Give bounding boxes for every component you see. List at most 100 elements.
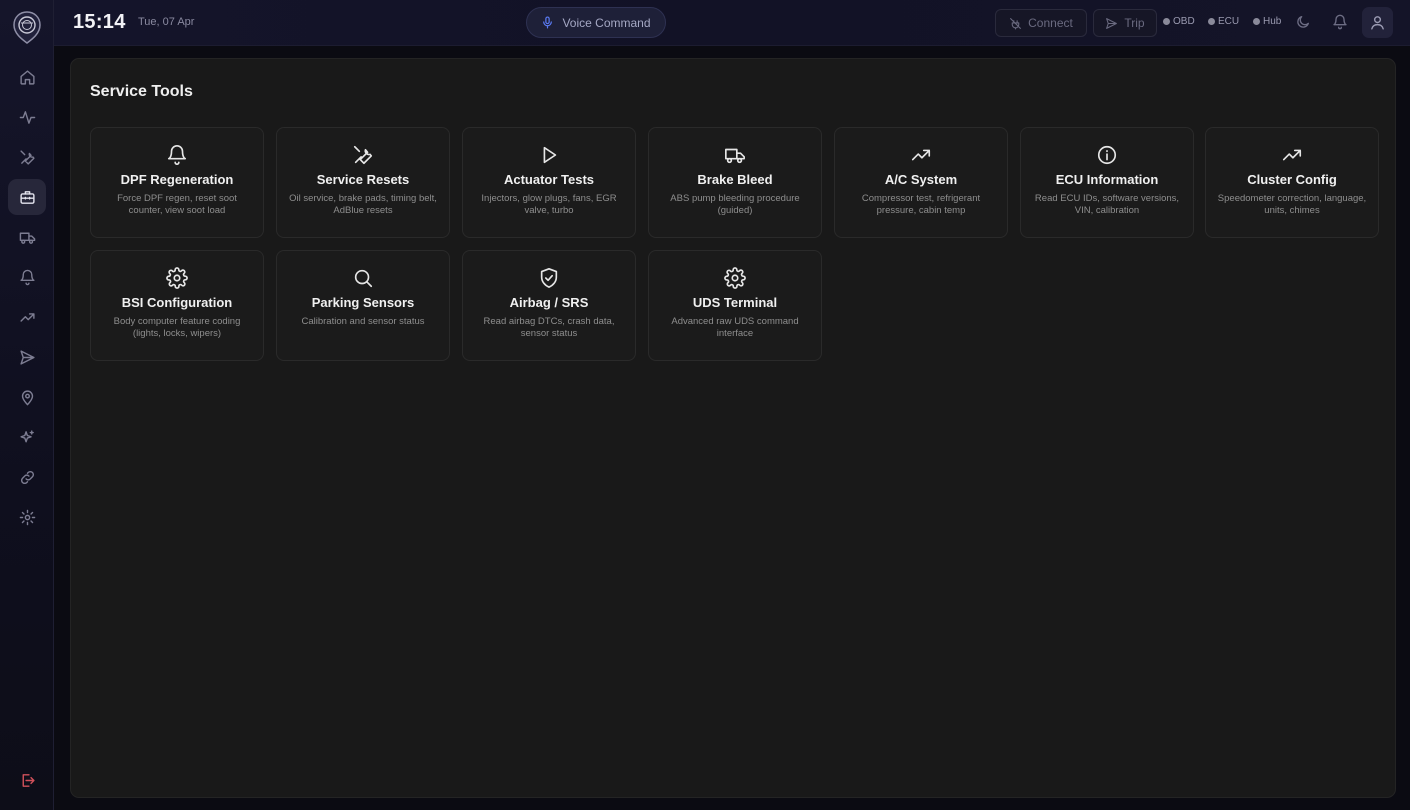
tool-card-actuator-tests[interactable]: Actuator Tests Injectors, glow plugs, fa… (462, 127, 636, 238)
shield-check-icon (538, 267, 560, 289)
trip-button[interactable]: Trip (1093, 9, 1157, 37)
tool-card-service-resets[interactable]: Service Resets Oil service, brake pads, … (276, 127, 450, 238)
gear-icon (724, 267, 746, 289)
tool-card-description: Read ECU IDs, software versions, VIN, ca… (1034, 193, 1180, 216)
tool-card-dpf-regeneration[interactable]: DPF Regeneration Force DPF regen, reset … (90, 127, 264, 238)
gear-icon (19, 509, 35, 525)
tool-card-title: Cluster Config (1247, 172, 1337, 187)
link-icon (20, 470, 34, 484)
notifications-button[interactable] (1332, 14, 1350, 32)
status-obd-label: OBD (1173, 16, 1195, 27)
trip-label: Trip (1124, 16, 1145, 30)
tool-card-title: Airbag / SRS (509, 295, 589, 310)
status-dot-icon (1163, 18, 1170, 25)
tool-card-description: Advanced raw UDS command interface (671, 316, 799, 339)
sidebar-item-diagnostics[interactable] (8, 139, 46, 175)
tool-card-title: Brake Bleed (697, 172, 773, 187)
tool-card-description: Oil service, brake pads, timing belt, Ad… (289, 193, 437, 216)
sidebar-item-vehicle[interactable] (8, 219, 46, 255)
logout-icon (22, 773, 35, 787)
status-dot-icon (1253, 18, 1260, 25)
tool-card-description: Compressor test, refrigerant pressure, c… (861, 193, 981, 216)
tool-card-description: Calibration and sensor status (301, 316, 425, 327)
theme-toggle-button[interactable] (1295, 14, 1313, 32)
clock-date: Tue, 07 Apr (138, 16, 195, 28)
tool-card-description: ABS pump bleeding procedure (guided) (670, 193, 800, 216)
sidebar-item-location[interactable] (8, 379, 46, 415)
status-dot-icon (1208, 18, 1215, 25)
brand-logo-icon[interactable] (11, 10, 43, 44)
sidebar-item-ai[interactable] (8, 419, 46, 455)
sidebar (0, 0, 54, 810)
play-icon (538, 144, 560, 166)
bell-icon (19, 269, 35, 285)
tool-card-airbag-srs[interactable]: Airbag / SRS Read airbag DTCs, crash dat… (462, 250, 636, 361)
tool-card-parking-sensors[interactable]: Parking Sensors Calibration and sensor s… (276, 250, 450, 361)
map-pin-icon (21, 389, 33, 405)
tool-card-uds-terminal[interactable]: UDS Terminal Advanced raw UDS command in… (648, 250, 822, 361)
bell-icon (166, 144, 188, 166)
connect-button[interactable]: Connect (995, 9, 1087, 37)
sidebar-item-live-data[interactable] (8, 99, 46, 135)
voice-command-button[interactable]: Voice Command (526, 7, 666, 38)
plug-off-icon (1010, 17, 1022, 29)
tool-card-title: UDS Terminal (692, 295, 778, 310)
sidebar-item-links[interactable] (8, 459, 46, 495)
microphone-icon (543, 16, 553, 29)
tool-card-description: Force DPF regen, reset soot counter, vie… (117, 193, 237, 216)
service-tools-panel: Service Tools DPF Regeneration Force DPF… (70, 58, 1396, 798)
sidebar-item-alerts[interactable] (8, 259, 46, 295)
sidebar-item-trends[interactable] (8, 299, 46, 335)
gear-icon (166, 267, 188, 289)
moon-icon (1297, 16, 1309, 28)
wrench-icon (352, 144, 374, 166)
status-hub-label: Hub (1263, 16, 1282, 27)
tool-card-title: Actuator Tests (503, 172, 595, 187)
tool-card-ecu-information[interactable]: ECU Information Read ECU IDs, software v… (1020, 127, 1194, 238)
tool-card-cluster-config[interactable]: Cluster Config Speedometer correction, l… (1205, 127, 1379, 238)
sidebar-item-home[interactable] (8, 59, 46, 95)
truck-icon (724, 144, 746, 166)
logout-button[interactable] (8, 762, 46, 798)
top-bar: 15:14 Tue, 07 Apr Voice Command Connect … (54, 0, 1410, 46)
status-obd: OBD (1163, 16, 1195, 27)
voice-command-label: Voice Command (562, 15, 651, 30)
trending-up-icon (19, 312, 35, 322)
tool-card-ac-system[interactable]: A/C System Compressor test, refrigerant … (834, 127, 1008, 238)
tool-card-description: Speedometer correction, language, units,… (1217, 193, 1367, 216)
tool-card-brake-bleed[interactable]: Brake Bleed ABS pump bleeding procedure … (648, 127, 822, 238)
tool-card-title: Service Resets (316, 172, 410, 187)
sidebar-item-settings[interactable] (8, 499, 46, 535)
tool-card-description: Read airbag DTCs, crash data, sensor sta… (483, 316, 615, 339)
user-avatar-button[interactable] (1362, 7, 1393, 38)
send-icon (1106, 17, 1118, 29)
tools-icon (19, 149, 35, 165)
send-icon (19, 349, 35, 365)
sidebar-item-service-tools[interactable] (8, 179, 46, 215)
toolbox-icon (19, 190, 35, 204)
status-ecu-label: ECU (1218, 16, 1240, 27)
sparkles-icon (19, 429, 34, 442)
tool-card-title: BSI Configuration (121, 295, 233, 310)
search-icon (352, 267, 374, 289)
bell-icon (1333, 14, 1347, 30)
status-hub: Hub (1253, 16, 1281, 27)
activity-icon (19, 110, 35, 124)
page-title: Service Tools (90, 83, 193, 100)
tool-card-description: Injectors, glow plugs, fans, EGR valve, … (481, 193, 617, 216)
tool-card-title: A/C System (884, 172, 958, 187)
connect-label: Connect (1028, 16, 1073, 30)
tool-card-title: ECU Information (1055, 172, 1159, 187)
sidebar-item-send[interactable] (8, 339, 46, 375)
clock-time: 15:14 (73, 11, 126, 33)
tool-card-description: Body computer feature coding (lights, lo… (113, 316, 241, 339)
trending-up-icon (910, 144, 932, 166)
app-root: 15:14 Tue, 07 Apr Voice Command Connect … (0, 0, 1410, 810)
trending-up-icon (1281, 144, 1303, 166)
info-icon (1096, 144, 1118, 166)
tool-card-title: Parking Sensors (311, 295, 415, 310)
tool-card-bsi-configuration[interactable]: BSI Configuration Body computer feature … (90, 250, 264, 361)
home-icon (19, 69, 35, 85)
tool-card-title: DPF Regeneration (120, 172, 234, 187)
truck-icon (19, 232, 35, 244)
